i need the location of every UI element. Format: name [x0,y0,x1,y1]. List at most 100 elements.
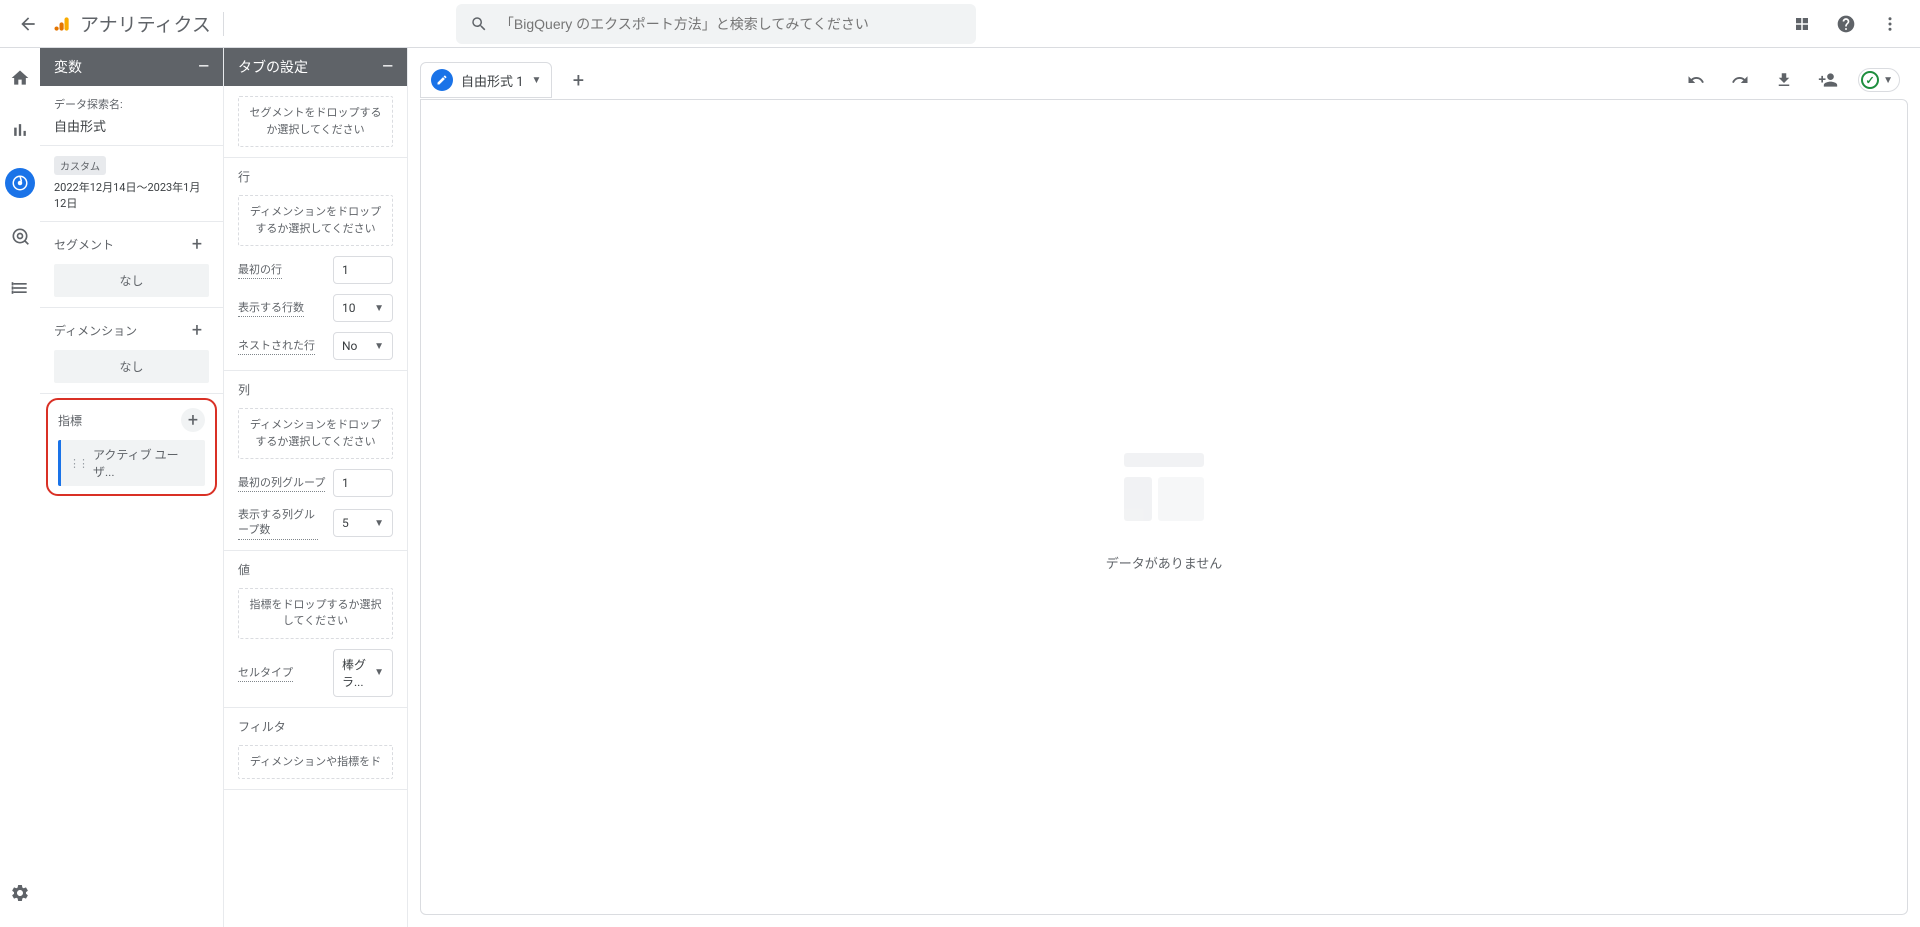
variables-title: 変数 [54,57,82,77]
header-actions [1788,10,1912,38]
columns-title: 列 [238,381,393,398]
values-drop-zone[interactable]: 指標をドロップするか選択してください [238,588,393,639]
search-box[interactable] [456,4,976,44]
app-logo: アナリティクス [52,10,211,37]
add-tab-button[interactable]: + [560,62,596,98]
status-indicator[interactable]: ✓ ▼ [1858,68,1900,92]
segments-section: セグメント + なし [40,222,223,308]
chevron-down-icon: ▼ [374,341,384,352]
main-layout: 変数 — データ探索名: 自由形式 カスタム 2022年12月14日～2023年… [0,48,1920,927]
empty-state-text: データがありません [1106,553,1223,572]
date-badge: カスタム [54,156,106,175]
tab-label: 自由形式 1 [461,71,524,90]
show-rows-value: 10 [342,301,356,315]
metrics-section: 指標 + ⋮⋮ アクティブ ユーザ... [46,398,217,496]
variables-panel: 変数 — データ探索名: 自由形式 カスタム 2022年12月14日～2023年… [40,48,224,927]
columns-drop-zone[interactable]: ディメンションをドロップするか選択してください [238,408,393,459]
filters-section: フィルタ ディメンションや指標をド [224,708,407,791]
left-rail [0,48,40,927]
nested-rows-select[interactable]: No ▼ [333,332,393,360]
metric-chip-active-users[interactable]: ⋮⋮ アクティブ ユーザ... [58,440,205,486]
segments-title: セグメント [54,236,114,253]
first-col-label: 最初の列グループ [238,474,325,492]
rail-advertising[interactable] [6,222,34,250]
values-title: 値 [238,561,393,578]
add-metric-button[interactable]: + [181,408,205,432]
segments-none: なし [54,264,209,297]
show-cols-select[interactable]: 5 ▼ [333,509,393,537]
metric-chip-label: アクティブ ユーザ... [93,446,197,480]
redo-button[interactable] [1726,66,1754,94]
share-button[interactable] [1814,66,1842,94]
header-divider [223,12,224,36]
variables-header: 変数 — [40,48,223,86]
rail-admin[interactable] [6,879,34,907]
date-range-section[interactable]: カスタム 2022年12月14日～2023年1月12日 [40,146,223,222]
app-title: アナリティクス [80,10,211,37]
canvas-content: データがありません [420,99,1908,915]
show-rows-select[interactable]: 10 ▼ [333,294,393,322]
canvas-toolbar: ✓ ▼ [1682,66,1908,94]
chevron-down-icon: ▼ [374,667,384,678]
show-rows-label: 表示する行数 [238,299,304,317]
drag-handle-icon: ⋮⋮ [69,457,87,470]
dimensions-none: なし [54,350,209,383]
chevron-down-icon[interactable]: ▼ [532,75,542,86]
filters-drop-zone[interactable]: ディメンションや指標をド [238,745,393,780]
collapse-variables-icon[interactable]: — [198,59,209,75]
values-section: 値 指標をドロップするか選択してください セルタイプ 棒グラ... ▼ [224,551,407,708]
cell-type-label: セルタイプ [238,664,293,682]
rows-drop-zone[interactable]: ディメンションをドロップするか選択してください [238,195,393,246]
first-row-input[interactable]: 1 [333,256,393,284]
nested-rows-label: ネストされた行 [238,337,315,355]
exploration-name-value[interactable]: 自由形式 [54,116,209,135]
collapse-settings-icon[interactable]: — [382,59,393,75]
cell-type-select[interactable]: 棒グラ... ▼ [333,649,393,697]
add-dimension-button[interactable]: + [185,318,209,342]
exploration-name-label: データ探索名: [54,96,209,112]
search-input[interactable] [500,16,962,32]
cell-type-value: 棒グラ... [342,656,374,690]
exploration-name-section: データ探索名: 自由形式 [40,86,223,146]
apps-icon[interactable] [1788,10,1816,38]
columns-section: 列 ディメンションをドロップするか選択してください 最初の列グループ 1 表示す… [224,371,407,551]
download-button[interactable] [1770,66,1798,94]
metrics-title: 指標 [58,412,82,429]
segment-drop-zone[interactable]: セグメントをドロップするか選択してください [238,96,393,147]
nested-rows-value: No [342,339,357,353]
rail-configure[interactable] [6,274,34,302]
top-header: アナリティクス [0,0,1920,48]
rail-reports[interactable] [6,116,34,144]
rail-explore[interactable] [5,168,35,198]
dimensions-title: ディメンション [54,322,137,339]
show-cols-value: 5 [342,516,349,530]
empty-state-illustration [1104,443,1224,533]
chevron-down-icon: ▼ [374,518,384,529]
edit-icon [431,69,453,91]
filters-title: フィルタ [238,718,393,735]
segment-drop-section: セグメントをドロップするか選択してください [224,86,407,158]
chevron-down-icon: ▼ [1883,75,1893,86]
settings-panel: タブの設定 — セグメントをドロップするか選択してください 行 ディメンションを… [224,48,408,927]
chevron-down-icon: ▼ [374,303,384,314]
ga-logo-icon [52,14,72,34]
show-cols-label: 表示する列グループ数 [238,507,318,540]
date-range-value: 2022年12月14日～2023年1月12日 [54,179,209,211]
tab-freeform-1[interactable]: 自由形式 1 ▼ [420,62,552,98]
rail-home[interactable] [6,64,34,92]
settings-header: タブの設定 — [224,48,407,86]
help-icon[interactable] [1832,10,1860,38]
dimensions-section: ディメンション + なし [40,308,223,394]
check-icon: ✓ [1861,71,1879,89]
add-segment-button[interactable]: + [185,232,209,256]
rows-title: 行 [238,168,393,185]
undo-button[interactable] [1682,66,1710,94]
first-col-input[interactable]: 1 [333,469,393,497]
first-row-label: 最初の行 [238,261,282,279]
settings-title: タブの設定 [238,57,308,77]
tab-bar: 自由形式 1 ▼ + ✓ ▼ [420,60,1908,100]
back-button[interactable] [8,4,48,44]
more-icon[interactable] [1876,10,1904,38]
canvas-area: 自由形式 1 ▼ + ✓ ▼ [408,48,1920,927]
rows-section: 行 ディメンションをドロップするか選択してください 最初の行 1 表示する行数 … [224,158,407,371]
